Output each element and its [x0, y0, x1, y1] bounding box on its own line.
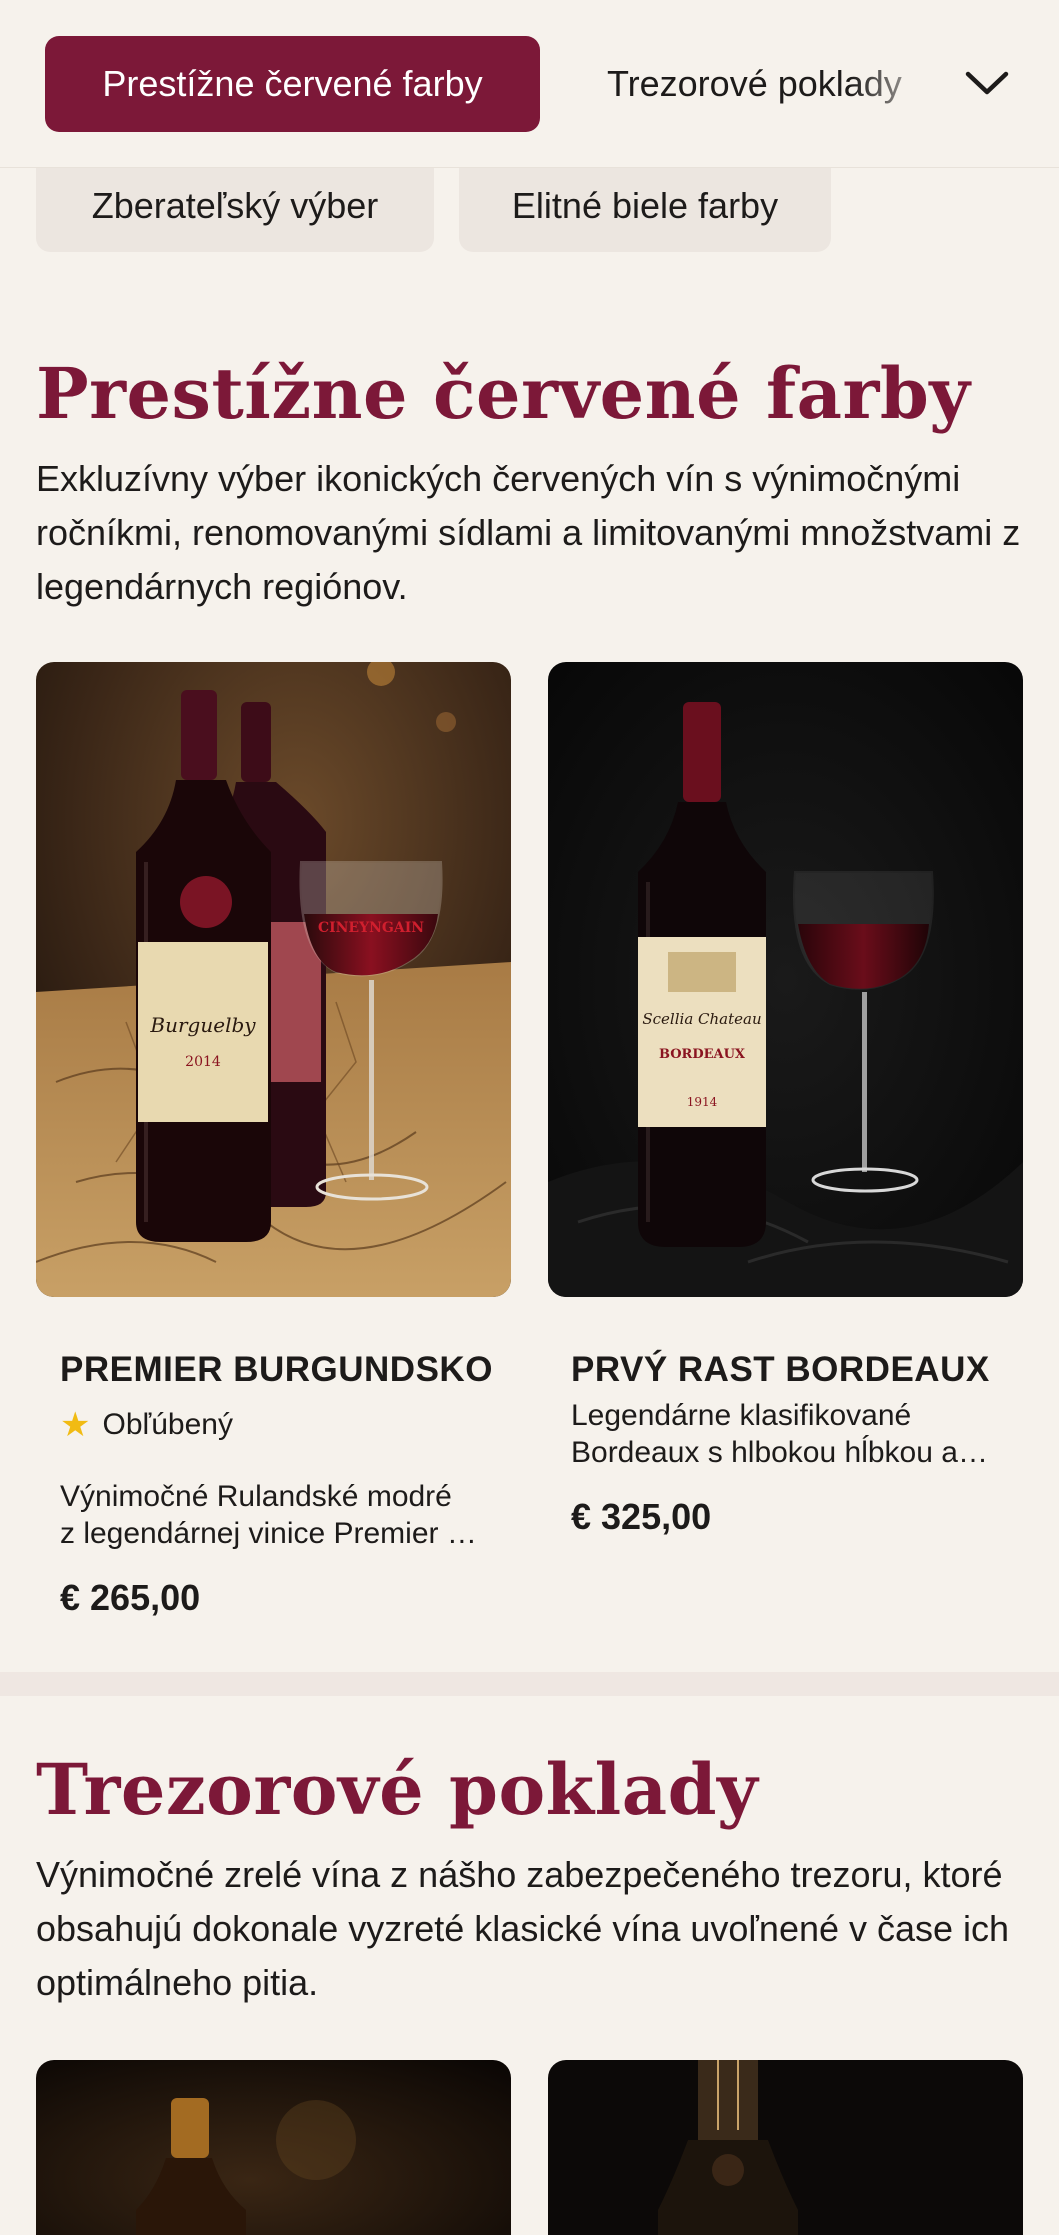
category-pill-elite-whites[interactable]: Elitné biele farby — [459, 160, 831, 252]
wine-label-name: Scellia Chateau — [642, 1010, 761, 1028]
section-description: Výnimočné zrelé vína z nášho zabezpečené… — [36, 1854, 1010, 2003]
glass-etching: CINEYNGAIN — [318, 920, 424, 936]
chevron-down-icon[interactable] — [960, 56, 1014, 110]
description-line: Legendárne klasifikované — [571, 1399, 912, 1432]
product-name[interactable]: PRVÝ RAST BORDEAUX — [571, 1350, 990, 1390]
category-pill-collector[interactable]: Zberateľský výber — [36, 160, 434, 252]
product-price: € 325,00 — [571, 1496, 712, 1537]
section-divider — [0, 1672, 1059, 1696]
description-line: Výnimočné Rulandské modré — [60, 1480, 452, 1513]
star-icon: ★ — [60, 1406, 91, 1444]
product-image-burgundy[interactable]: Burguelby 2014 CINEYNGAIN — [36, 662, 511, 1297]
badge-label: Obľúbený — [102, 1408, 233, 1441]
wine-label-region: BORDEAUX — [659, 1047, 746, 1062]
section-title: Prestížne červené farby — [36, 352, 971, 435]
section-title: Trezorové poklady — [36, 1748, 759, 1831]
wine-label-vintage: 1914 — [687, 1095, 718, 1109]
scroll-fade — [850, 40, 970, 130]
description-line: Bordeaux s hlbokou hĺbkou a štruktúrou — [571, 1436, 991, 1469]
product-description: Legendárne klasifikované Bordeaux s hlbo… — [571, 1397, 1011, 1471]
product-name[interactable]: PREMIER BURGUNDSKO — [60, 1350, 493, 1390]
wine-label-vintage: 2014 — [185, 1054, 221, 1070]
popular-badge: ★ Obľúbený — [60, 1408, 233, 1442]
section-description: Exkluzívny výber ikonických červených ví… — [36, 458, 1021, 607]
product-image-vault-1[interactable] — [36, 2060, 511, 2235]
category-nav: Prestížne červené farby Trezorové poklad… — [0, 0, 1059, 168]
product-description: Výnimočné Rulandské modré z legendárnej … — [60, 1478, 500, 1552]
product-price: € 265,00 — [60, 1577, 201, 1618]
page: Prestížne červené farby Trezorové poklad… — [0, 0, 1059, 2235]
category-tab-prestige-reds[interactable]: Prestížne červené farby — [45, 36, 540, 132]
description-line: z legendárnej vinice Premier Cru — [60, 1517, 480, 1550]
product-image-bordeaux[interactable]: Scellia Chateau BORDEAUX 1914 — [548, 662, 1023, 1297]
wine-label-name: Burguelby — [149, 1013, 256, 1037]
product-image-vault-2[interactable] — [548, 2060, 1023, 2235]
